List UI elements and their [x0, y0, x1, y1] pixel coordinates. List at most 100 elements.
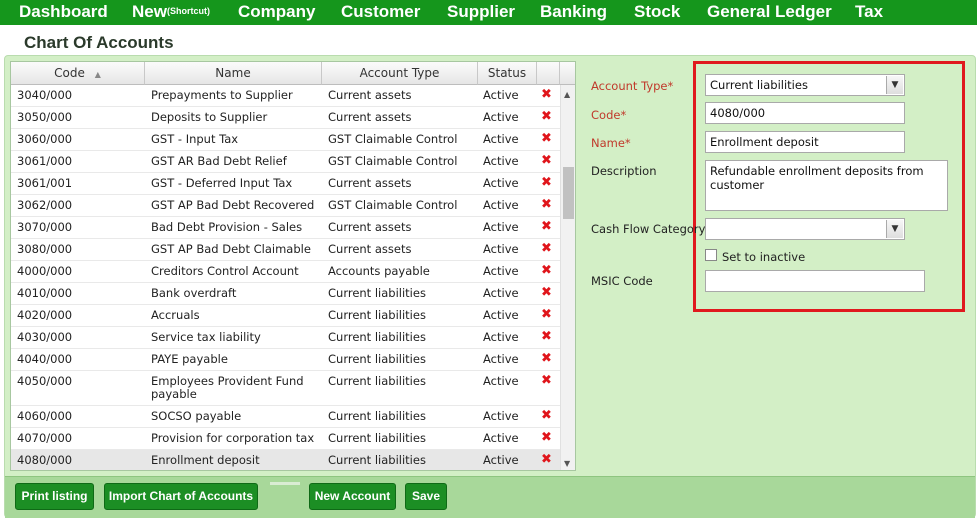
cell-status: Active: [483, 110, 519, 124]
table-row[interactable]: 3060/000 GST - Input Tax GST Claimable Con…: [11, 129, 560, 151]
set-inactive-checkbox[interactable]: [705, 249, 717, 261]
nav-dashboard[interactable]: Dashboard: [19, 2, 108, 22]
column-header-name[interactable]: Name: [145, 62, 322, 85]
delete-icon[interactable]: ✖: [541, 453, 552, 466]
cell-status: Active: [483, 374, 519, 388]
save-button[interactable]: Save: [405, 483, 447, 510]
cell-code: 3050/000: [17, 110, 73, 124]
description-label: Description: [591, 164, 657, 178]
cell-account-type: GST Claimable Control: [328, 198, 458, 212]
table-row[interactable]: 3080/000 GST AP Bad Debt Claimable Current…: [11, 239, 560, 261]
table-row[interactable]: 3040/000 Prepayments to Supplier Current a…: [11, 85, 560, 107]
cell-name: GST AP Bad Debt Recovered: [151, 198, 315, 212]
import-chart-of-accounts-button[interactable]: Import Chart of Accounts: [104, 483, 258, 510]
delete-icon[interactable]: ✖: [541, 330, 552, 343]
table-row[interactable]: 4030/000 Service tax liability Current lia…: [11, 327, 560, 349]
scroll-thumb[interactable]: [563, 167, 574, 219]
cell-status: Active: [483, 453, 519, 467]
name-input[interactable]: Enrollment deposit: [705, 131, 905, 153]
delete-icon[interactable]: ✖: [541, 110, 552, 123]
cell-account-type: Current liabilities: [328, 308, 426, 322]
nav-stock[interactable]: Stock: [634, 2, 680, 22]
cell-status: Active: [483, 431, 519, 445]
cell-name: Deposits to Supplier: [151, 110, 268, 124]
nav-tax[interactable]: Tax: [855, 2, 883, 22]
delete-icon[interactable]: ✖: [541, 154, 552, 167]
table-row[interactable]: 3061/001 GST - Deferred Input Tax Current …: [11, 173, 560, 195]
cell-code: 4020/000: [17, 308, 73, 322]
nav-general-ledger[interactable]: General Ledger: [707, 2, 832, 22]
cell-name: GST - Deferred Input Tax: [151, 176, 293, 190]
table-row[interactable]: 3061/000 GST AR Bad Debt Relief GST Claima…: [11, 151, 560, 173]
delete-icon[interactable]: ✖: [541, 132, 552, 145]
delete-icon[interactable]: ✖: [541, 220, 552, 233]
msic-code-input[interactable]: [705, 270, 925, 292]
table-row[interactable]: 4010/000 Bank overdraft Current liabilitie…: [11, 283, 560, 305]
scroll-up-icon[interactable]: ▲: [564, 90, 570, 99]
scroll-down-icon[interactable]: ▼: [564, 459, 570, 468]
cell-code: 4030/000: [17, 330, 73, 344]
delete-icon[interactable]: ✖: [541, 198, 552, 211]
cash-flow-category-select[interactable]: ▼: [705, 218, 905, 240]
cell-name: Accruals: [151, 308, 200, 322]
table-row[interactable]: 4020/000 Accruals Current liabilities Activ…: [11, 305, 560, 327]
table-row[interactable]: 3062/000 GST AP Bad Debt Recovered GST Cla…: [11, 195, 560, 217]
print-listing-button[interactable]: Print listing: [15, 483, 94, 510]
table-row[interactable]: 4050/000 Employees Provident Fund payable…: [11, 371, 560, 406]
top-nav: Dashboard New(Shortcut) Company Customer…: [0, 0, 977, 25]
delete-icon[interactable]: ✖: [541, 264, 552, 277]
cell-account-type: GST Claimable Control: [328, 154, 458, 168]
column-header-scroll-spacer: [560, 62, 575, 85]
table-row[interactable]: 4070/000 Provision for corporation tax Cur…: [11, 428, 560, 450]
cell-code: 3070/000: [17, 220, 73, 234]
nav-supplier[interactable]: Supplier: [447, 2, 515, 22]
cell-account-type: Current assets: [328, 220, 412, 234]
grid-scrollbar[interactable]: ▲ ▼: [560, 85, 575, 470]
delete-icon[interactable]: ✖: [541, 242, 552, 255]
nav-company[interactable]: Company: [238, 2, 315, 22]
cell-status: Active: [483, 176, 519, 190]
table-row[interactable]: 4060/000 SOCSO payable Current liabilities…: [11, 406, 560, 428]
delete-icon[interactable]: ✖: [541, 176, 552, 189]
cell-status: Active: [483, 286, 519, 300]
nav-banking[interactable]: Banking: [540, 2, 607, 22]
delete-icon[interactable]: ✖: [541, 374, 552, 387]
nav-new-shortcut-label: (Shortcut): [166, 6, 210, 16]
cell-code: 3061/001: [17, 176, 73, 190]
cell-name: GST AP Bad Debt Claimable: [151, 242, 311, 256]
code-input[interactable]: 4080/000: [705, 102, 905, 124]
table-row[interactable]: 4080/000 Enrollment deposit Current liabil…: [11, 450, 560, 470]
column-header-code[interactable]: Code ▲: [11, 62, 145, 85]
name-label: Name*: [591, 136, 631, 150]
nav-customer[interactable]: Customer: [341, 2, 420, 22]
cell-status: Active: [483, 264, 519, 278]
description-textarea[interactable]: Refundable enrollment deposits from cust…: [705, 160, 948, 211]
account-type-value: Current liabilities: [710, 78, 808, 92]
cell-code: 4010/000: [17, 286, 73, 300]
account-type-select[interactable]: Current liabilities ▼: [705, 74, 905, 96]
table-row[interactable]: 3050/000 Deposits to Supplier Current asse…: [11, 107, 560, 129]
chevron-down-icon: ▼: [886, 76, 903, 94]
table-row[interactable]: 4040/000 PAYE payable Current liabilities A…: [11, 349, 560, 371]
cell-name: Employees Provident Fund payable: [151, 374, 304, 401]
delete-icon[interactable]: ✖: [541, 352, 552, 365]
delete-icon[interactable]: ✖: [541, 88, 552, 101]
cell-name: GST - Input Tax: [151, 132, 239, 146]
delete-icon[interactable]: ✖: [541, 286, 552, 299]
column-header-status[interactable]: Status: [478, 62, 537, 85]
cell-code: 4050/000: [17, 374, 73, 388]
set-inactive-label: Set to inactive: [722, 250, 806, 264]
table-row[interactable]: 3070/000 Bad Debt Provision - Sales Curren…: [11, 217, 560, 239]
column-header-account-type[interactable]: Account Type: [322, 62, 478, 85]
nav-new[interactable]: New(Shortcut): [132, 2, 210, 22]
cell-status: Active: [483, 88, 519, 102]
page-title: Chart Of Accounts: [24, 33, 174, 52]
cell-code: 3080/000: [17, 242, 73, 256]
delete-icon[interactable]: ✖: [541, 431, 552, 444]
table-row[interactable]: 4000/000 Creditors Control Account Account…: [11, 261, 560, 283]
cell-account-type: Current liabilities: [328, 286, 426, 300]
new-account-button[interactable]: New Account: [309, 483, 396, 510]
cell-status: Active: [483, 220, 519, 234]
delete-icon[interactable]: ✖: [541, 409, 552, 422]
delete-icon[interactable]: ✖: [541, 308, 552, 321]
